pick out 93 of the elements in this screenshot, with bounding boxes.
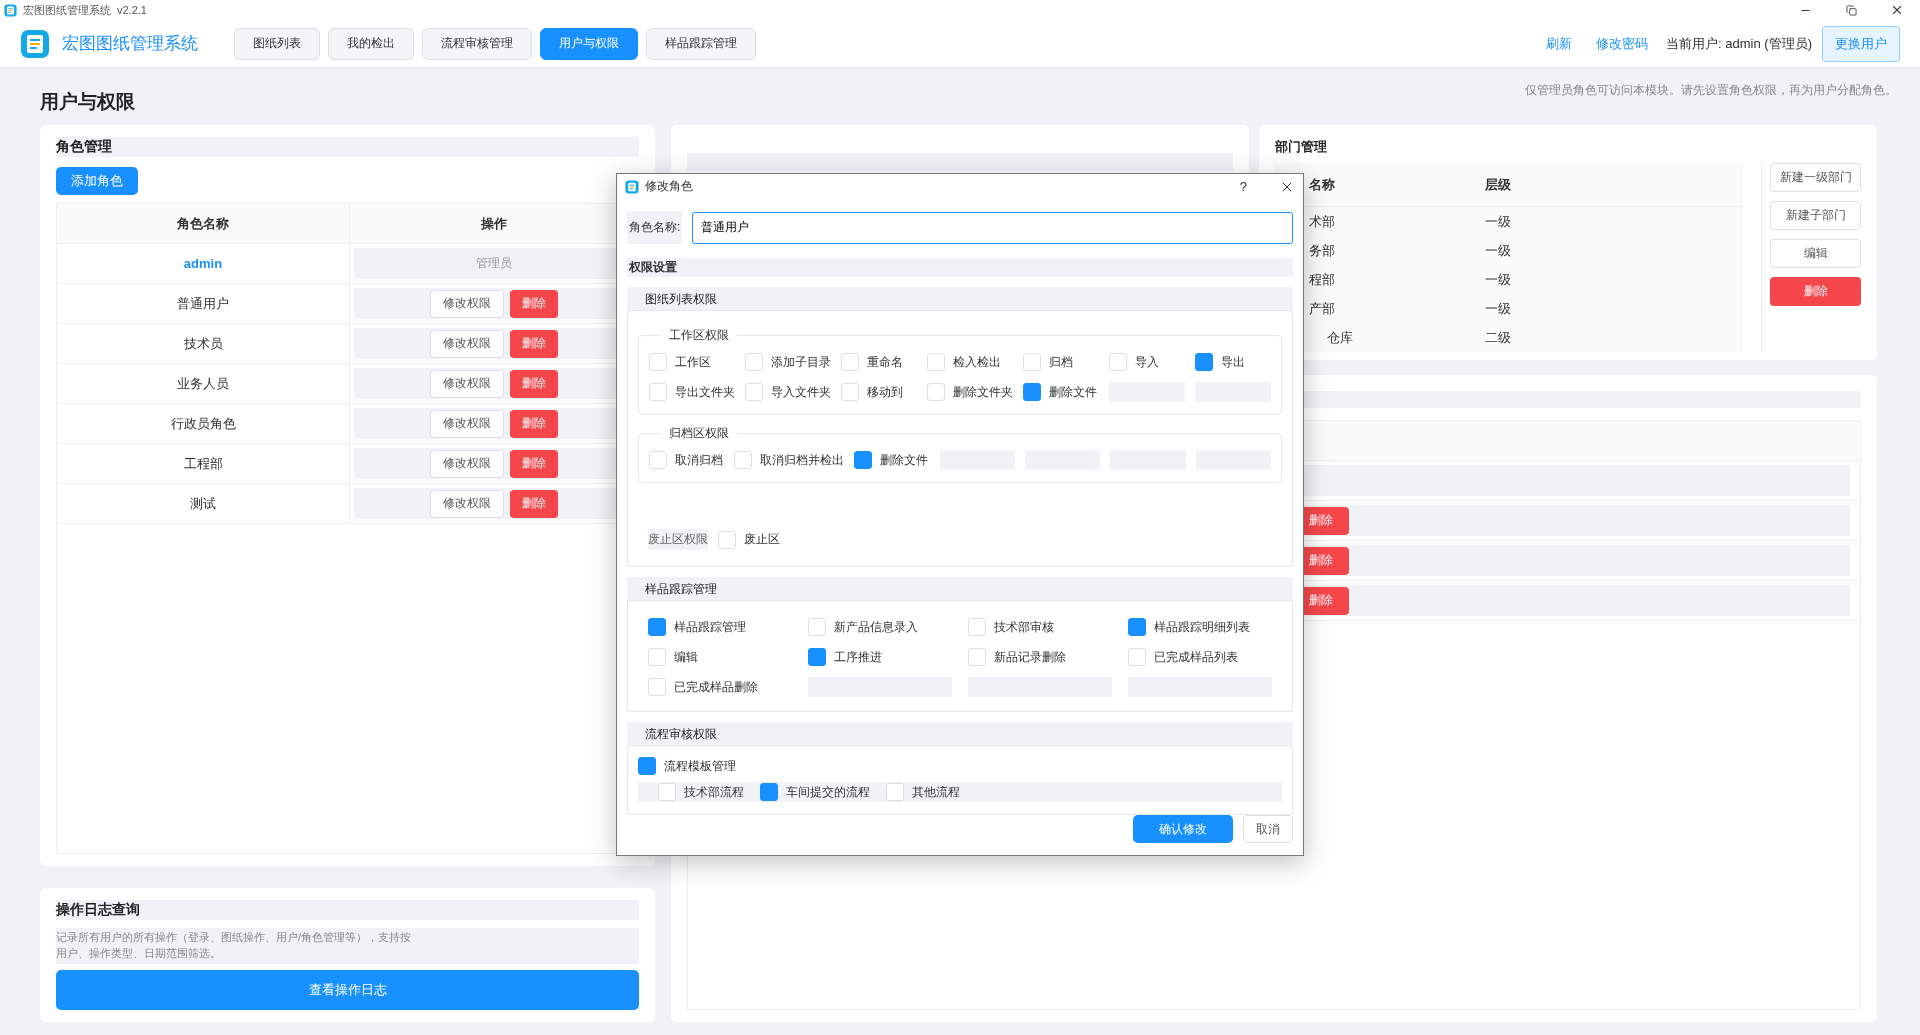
- permission-checkbox[interactable]: 样品跟踪明细列表: [1128, 617, 1272, 637]
- permission-checkbox[interactable]: 导出文件夹: [649, 382, 735, 402]
- permission-checkbox[interactable]: 技术部审核: [968, 617, 1112, 637]
- edit-permissions-button[interactable]: 修改权限: [430, 329, 504, 358]
- permission-checkbox[interactable]: 已完成样品删除: [648, 677, 792, 697]
- help-button[interactable]: ?: [1239, 179, 1247, 194]
- tier-label: 一级: [1485, 212, 1511, 231]
- role-name: 行政员角色: [57, 404, 350, 443]
- role-name: 业务人员: [57, 364, 350, 403]
- nav-tab[interactable]: 图纸列表: [234, 27, 320, 60]
- role-name: 工程部: [57, 444, 350, 483]
- department-name[interactable]: 产部: [1309, 299, 1335, 318]
- department-button[interactable]: 编辑: [1770, 239, 1861, 268]
- app-logo-icon: [625, 179, 639, 194]
- permission-checkbox[interactable]: 废止区: [718, 529, 780, 550]
- page-hint: 仅管理员角色可访问本模块。请先设置角色权限，再为用户分配角色。: [1525, 82, 1897, 99]
- role-name-input[interactable]: 普通用户: [692, 211, 1293, 244]
- role-name: 技术员: [57, 324, 350, 363]
- delete-button[interactable]: 删除: [510, 409, 558, 438]
- dialog-title: 修改角色: [645, 178, 693, 195]
- edit-permissions-button[interactable]: 修改权限: [430, 289, 504, 318]
- nav-tab[interactable]: 样品跟踪管理: [646, 27, 756, 60]
- permission-checkbox[interactable]: 技术部流程: [658, 782, 744, 802]
- cancel-button[interactable]: 取消: [1243, 815, 1293, 843]
- tier-label: 一级: [1485, 241, 1511, 260]
- permission-checkbox[interactable]: 删除文件夹: [927, 382, 1013, 402]
- department-name[interactable]: 程部: [1309, 270, 1335, 289]
- panel-title: 操作日志查询: [56, 900, 639, 921]
- permission-checkbox[interactable]: 重命名: [841, 352, 917, 372]
- permission-checkbox[interactable]: 删除文件: [1023, 382, 1099, 402]
- role-name: 普通用户: [57, 284, 350, 323]
- panel-title: 角色管理: [56, 137, 639, 157]
- permission-checkbox[interactable]: 新产品信息录入: [808, 617, 952, 637]
- version-label: v2.2.1: [117, 4, 147, 16]
- delete-button[interactable]: 删除: [510, 369, 558, 398]
- delete-button[interactable]: 删除: [510, 289, 558, 318]
- permission-checkbox[interactable]: 已完成样品列表: [1128, 647, 1272, 667]
- delete-button[interactable]: 删除: [510, 329, 558, 358]
- tier-label: 一级: [1485, 299, 1511, 318]
- department-name[interactable]: 仓库: [1327, 328, 1353, 347]
- permission-checkbox[interactable]: 新品记录删除: [968, 647, 1112, 667]
- permission-checkbox[interactable]: 车间提交的流程: [760, 782, 870, 802]
- app-logo-icon: [4, 3, 17, 17]
- permission-checkbox[interactable]: 流程模板管理: [638, 756, 1282, 776]
- delete-button[interactable]: 删除: [510, 489, 558, 518]
- fieldset-title: 工作区权限: [668, 327, 730, 344]
- permission-checkbox[interactable]: 移动到: [841, 382, 917, 402]
- permission-checkbox[interactable]: 其他流程: [886, 782, 960, 802]
- permission-checkbox[interactable]: 导出: [1195, 352, 1271, 372]
- panel-title: 部门管理: [1275, 138, 1328, 156]
- current-user-label: 当前用户: admin (管理员): [1666, 34, 1812, 53]
- permission-checkbox[interactable]: 添加子目录: [745, 352, 831, 372]
- department-button[interactable]: 新建一级部门: [1770, 163, 1861, 192]
- edit-permissions-button[interactable]: 修改权限: [430, 449, 504, 478]
- delete-button[interactable]: 删除: [510, 449, 558, 478]
- permission-checkbox[interactable]: 样品跟踪管理: [648, 617, 792, 637]
- app-name: 宏图图纸管理系统: [62, 33, 198, 55]
- column-header: 名称: [1309, 175, 1335, 194]
- permission-checkbox[interactable]: 导入文件夹: [745, 382, 831, 402]
- log-description: 记录所有用户的所有操作（登录、图纸操作、用户/角色管理等），支持按用户、操作类型、日期范围筛选。: [56, 928, 639, 964]
- app-logo-icon: [20, 28, 50, 59]
- group-title: 图纸列表权限: [644, 291, 718, 308]
- fieldset-title: 归档区权限: [668, 425, 730, 442]
- section-label: 废止区权限: [648, 529, 708, 550]
- delete-button[interactable]: 删除: [1770, 277, 1861, 306]
- permission-checkbox[interactable]: 工作区: [649, 352, 735, 372]
- permission-checkbox[interactable]: 删除文件: [854, 450, 930, 470]
- role-name: admin: [57, 244, 350, 283]
- column-header: 角色名称: [57, 204, 350, 243]
- permission-checkbox[interactable]: 导入: [1109, 352, 1185, 372]
- department-name[interactable]: 术部: [1309, 212, 1335, 231]
- department-button[interactable]: 新建子部门: [1770, 201, 1861, 230]
- role-name: 测试: [57, 484, 350, 523]
- group-title: 流程审核权限: [644, 726, 718, 743]
- department-name[interactable]: 务部: [1309, 241, 1335, 260]
- permission-checkbox[interactable]: 检入检出: [927, 352, 1013, 372]
- permission-checkbox[interactable]: 编辑: [648, 647, 792, 667]
- group-title: 样品跟踪管理: [644, 581, 718, 598]
- field-label: 角色名称:: [627, 211, 683, 244]
- permission-checkbox[interactable]: 取消归档并检出: [734, 450, 845, 470]
- permission-checkbox[interactable]: 工序推进: [808, 647, 952, 667]
- edit-permissions-button[interactable]: 修改权限: [430, 369, 504, 398]
- nav-tab[interactable]: 我的检出: [328, 27, 414, 60]
- tier-label: 二级: [1485, 328, 1511, 347]
- permission-checkbox[interactable]: 取消归档: [649, 450, 725, 470]
- column-header: 层级: [1485, 175, 1511, 194]
- permission-checkbox[interactable]: 归档: [1023, 352, 1099, 372]
- page-title: 用户与权限: [40, 90, 135, 114]
- window-title: 宏图图纸管理系统: [23, 2, 111, 18]
- nav-tab[interactable]: 流程审核管理: [422, 27, 532, 60]
- tier-label: 一级: [1485, 270, 1511, 289]
- edit-permissions-button[interactable]: 修改权限: [430, 409, 504, 438]
- edit-permissions-button[interactable]: 修改权限: [430, 489, 504, 518]
